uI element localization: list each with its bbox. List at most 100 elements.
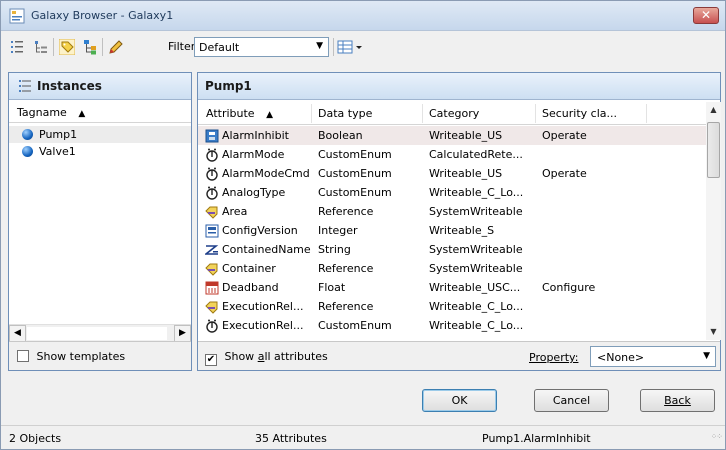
attribute-category: Writeable_US [429, 129, 503, 142]
attribute-security: Operate [542, 167, 587, 180]
attribute-column-header[interactable]: Attribute ▲ [206, 107, 273, 120]
instances-header: Instances [9, 73, 191, 100]
attribute-datatype: Integer [318, 224, 358, 237]
cancel-button[interactable]: Cancel [534, 389, 609, 412]
view-options-button[interactable] [337, 39, 365, 55]
title-bar: Galaxy Browser - Galaxy1 ✕ [1, 1, 725, 31]
tagname-column-header[interactable]: Tagname ▲ [9, 102, 191, 123]
attribute-row[interactable]: ConfigVersion Integer Writeable_S [198, 221, 706, 240]
custom-enum-icon [205, 319, 219, 333]
list-view-icon[interactable] [9, 39, 25, 55]
show-templates-checkbox[interactable] [17, 350, 29, 362]
column-divider[interactable] [311, 104, 312, 123]
attribute-name: ContainedName [222, 243, 311, 256]
selected-object-title: Pump1 [205, 79, 252, 93]
attribute-category: Writeable_C_Lo... [429, 319, 524, 332]
attribute-name: AnalogType [222, 186, 286, 199]
toolbar-separator [53, 38, 54, 56]
instances-list-icon [19, 80, 31, 92]
attribute-row[interactable]: ContainedName String SystemWriteable [198, 240, 706, 259]
instances-title: Instances [37, 79, 102, 93]
scroll-down-button[interactable]: ▼ [706, 324, 721, 339]
attribute-datatype: Boolean [318, 129, 363, 142]
back-button[interactable]: Back [640, 389, 715, 412]
attribute-row[interactable]: Deadband Float Writeable_USC... Configure [198, 278, 706, 297]
attribute-name: Container [222, 262, 276, 275]
scroll-thumb[interactable] [27, 327, 167, 340]
show-all-rest: ll attributes [264, 350, 328, 363]
tag-icon[interactable] [59, 39, 75, 55]
attributes-header: Pump1 [198, 73, 720, 100]
show-all-attributes-toggle[interactable]: ✔ Show all attributes [205, 350, 328, 366]
chevron-down-icon: ▼ [316, 41, 323, 51]
vertical-scrollbar[interactable]: ▲ ▼ [706, 102, 721, 340]
show-all-prefix: Show [224, 350, 258, 363]
window-title: Galaxy Browser - Galaxy1 [31, 9, 174, 22]
custom-enum-icon [205, 167, 219, 181]
filter-dropdown[interactable]: Default ▼ [194, 37, 329, 57]
scroll-left-button[interactable]: ◀ [9, 325, 26, 342]
attributes-panel: Pump1 Attribute ▲ Data type Category Sec… [197, 72, 721, 371]
show-templates-label[interactable]: Show templates [37, 350, 126, 363]
attribute-row[interactable]: Container Reference SystemWriteable [198, 259, 706, 278]
sort-ascending-icon: ▲ [78, 109, 86, 119]
instance-row-valve1[interactable]: Valve1 [9, 143, 191, 160]
string-icon [203, 243, 219, 257]
tagname-column-label: Tagname [17, 106, 67, 119]
attribute-category: Writeable_USC... [429, 281, 521, 294]
attribute-name: ConfigVersion [222, 224, 298, 237]
custom-enum-icon [205, 186, 219, 200]
security-column-header[interactable]: Security cla... [542, 107, 617, 120]
instance-name: Pump1 [39, 128, 78, 141]
resize-grip-icon[interactable]: ⁘⁘ [711, 432, 723, 441]
galaxy-browser-app-icon [9, 8, 25, 24]
attribute-row[interactable]: ExecutionRel... CustomEnum Writeable_C_Lo.… [198, 316, 706, 335]
attribute-name: AlarmMode [222, 148, 285, 161]
column-divider[interactable] [422, 104, 423, 123]
scroll-left-icon: ◀ [14, 328, 21, 338]
scroll-down-icon: ▼ [710, 327, 717, 336]
category-column-header[interactable]: Category [429, 107, 479, 120]
attribute-category: SystemWriteable [429, 262, 523, 275]
boolean-icon [205, 129, 219, 143]
chevron-down-icon: ▼ [703, 351, 710, 361]
tree-view-icon[interactable] [33, 39, 49, 55]
attribute-datatype: Reference [318, 262, 374, 275]
attribute-category: SystemWriteable [429, 205, 523, 218]
show-all-attributes-checkbox[interactable]: ✔ [205, 354, 217, 366]
close-button[interactable]: ✕ [693, 7, 719, 24]
attribute-name: AlarmInhibit [222, 129, 289, 142]
column-divider[interactable] [646, 104, 647, 123]
close-icon: ✕ [700, 8, 712, 22]
filter-edit-icon[interactable] [108, 39, 124, 55]
right-panel-footer: ✔ Show all attributes Property: <None> ▼ [198, 341, 720, 370]
attribute-row[interactable]: AlarmMode CustomEnum CalculatedRete... [198, 145, 706, 164]
attribute-category: Writeable_C_Lo... [429, 186, 524, 199]
datatype-column-header[interactable]: Data type [318, 107, 372, 120]
scroll-up-button[interactable]: ▲ [706, 102, 721, 117]
object-count: 2 Objects [9, 432, 62, 445]
left-panel-footer: Show templates [9, 341, 191, 370]
float-icon [205, 281, 219, 295]
filter-value: Default [199, 41, 240, 54]
attribute-datatype: Reference [318, 300, 374, 313]
instance-row-pump1[interactable]: Pump1 [9, 126, 191, 143]
custom-enum-icon [205, 148, 219, 162]
ok-button[interactable]: OK [422, 389, 497, 412]
hierarchy-icon[interactable] [82, 39, 98, 55]
column-divider[interactable] [535, 104, 536, 123]
instance-name: Valve1 [39, 145, 76, 158]
property-dropdown[interactable]: <None> ▼ [590, 346, 716, 367]
attribute-row[interactable]: AnalogType CustomEnum Writeable_C_Lo... [198, 183, 706, 202]
attribute-category: Writeable_C_Lo... [429, 300, 524, 313]
attribute-row[interactable]: ExecutionRel... Reference Writeable_C_Lo..… [198, 297, 706, 316]
attribute-row[interactable]: AlarmInhibit Boolean Writeable_US Operate [198, 126, 706, 145]
attribute-row[interactable]: Area Reference SystemWriteable [198, 202, 706, 221]
attribute-row[interactable]: AlarmModeCmd CustomEnum Writeable_US Operat… [198, 164, 706, 183]
attribute-category: Writeable_US [429, 167, 503, 180]
scroll-right-button[interactable]: ▶ [174, 325, 191, 342]
scroll-right-icon: ▶ [179, 328, 186, 338]
scroll-thumb[interactable] [707, 122, 720, 178]
current-selection: Pump1.AlarmInhibit [482, 432, 591, 445]
horizontal-scrollbar[interactable]: ◀ ▶ [9, 324, 191, 342]
